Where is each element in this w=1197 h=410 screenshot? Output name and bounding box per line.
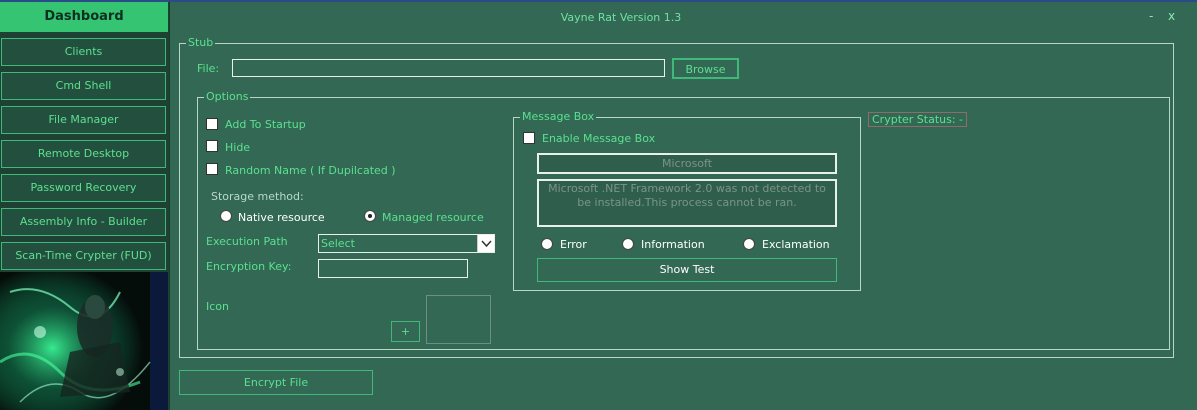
sidebar-item-assembly-info-builder[interactable]: Assembly Info - Builder <box>1 208 166 236</box>
native-resource-radio[interactable] <box>220 210 232 222</box>
stub-legend: Stub <box>186 36 216 50</box>
add-to-startup-checkbox[interactable] <box>206 118 218 130</box>
message-title-input[interactable]: Microsoft <box>537 153 837 174</box>
enable-message-box-checkbox[interactable] <box>523 132 535 144</box>
hide-label: Hide <box>225 141 251 154</box>
title-bar: Vayne Rat Version 1.3 - x <box>171 2 1197 32</box>
message-body-input[interactable]: Microsoft .NET Framework 2.0 was not det… <box>537 179 837 227</box>
information-label: Information <box>641 238 705 251</box>
message-body-value: Microsoft .NET Framework 2.0 was not det… <box>548 182 826 209</box>
exclamation-radio[interactable] <box>743 238 755 250</box>
close-button[interactable]: x <box>1168 9 1175 23</box>
execution-path-value: Select <box>321 237 355 250</box>
add-to-startup-label: Add To Startup <box>225 118 306 131</box>
managed-resource-label: Managed resource <box>382 211 484 224</box>
native-resource-label: Native resource <box>238 211 325 224</box>
exclamation-label: Exclamation <box>762 238 830 251</box>
information-radio[interactable] <box>622 238 634 250</box>
sidebar-item-file-manager[interactable]: File Manager <box>1 106 166 134</box>
enable-message-box-label: Enable Message Box <box>542 132 656 145</box>
add-icon-button[interactable]: + <box>391 321 420 342</box>
file-path-input[interactable] <box>232 59 665 77</box>
random-name-checkbox[interactable] <box>206 163 218 175</box>
icon-label: Icon <box>206 300 229 313</box>
sidebar-item-cmd-shell[interactable]: Cmd Shell <box>1 72 166 100</box>
chevron-down-icon[interactable] <box>477 235 494 252</box>
random-name-label: Random Name ( If Dupilcated ) <box>225 164 396 177</box>
storage-method-label: Storage method: <box>211 190 304 203</box>
minimize-button[interactable]: - <box>1149 9 1153 23</box>
browse-button[interactable]: Browse <box>672 58 739 79</box>
sidebar-item-password-recovery[interactable]: Password Recovery <box>1 174 166 202</box>
icon-preview-box <box>426 295 491 344</box>
hide-checkbox[interactable] <box>206 140 218 152</box>
error-label: Error <box>560 238 587 251</box>
encryption-key-label: Encryption Key: <box>206 260 292 273</box>
message-box-legend: Message Box <box>520 110 597 124</box>
execution-path-dropdown[interactable]: Select <box>318 234 495 253</box>
error-radio[interactable] <box>541 238 553 250</box>
sidebar-artwork-image <box>0 272 168 410</box>
sidebar-item-remote-desktop[interactable]: Remote Desktop <box>1 140 166 168</box>
file-label: File: <box>197 62 220 75</box>
crypter-status-label: Crypter Status: - <box>868 112 968 127</box>
sidebar-item-scan-time-crypter[interactable]: Scan-Time Crypter (FUD) <box>1 242 166 270</box>
managed-resource-radio[interactable] <box>364 210 376 222</box>
sidebar: Dashboard Clients Cmd Shell File Manager… <box>0 2 170 410</box>
dashboard-header[interactable]: Dashboard <box>0 2 168 32</box>
message-title-value: Microsoft <box>661 157 713 170</box>
window-title: Vayne Rat Version 1.3 <box>560 11 682 24</box>
show-test-button[interactable]: Show Test <box>537 258 837 282</box>
encrypt-file-button[interactable]: Encrypt File <box>179 370 373 395</box>
sidebar-item-clients[interactable]: Clients <box>1 38 166 66</box>
encryption-key-input[interactable] <box>318 259 468 278</box>
execution-path-label: Execution Path <box>206 235 288 248</box>
options-legend: Options <box>204 90 251 104</box>
